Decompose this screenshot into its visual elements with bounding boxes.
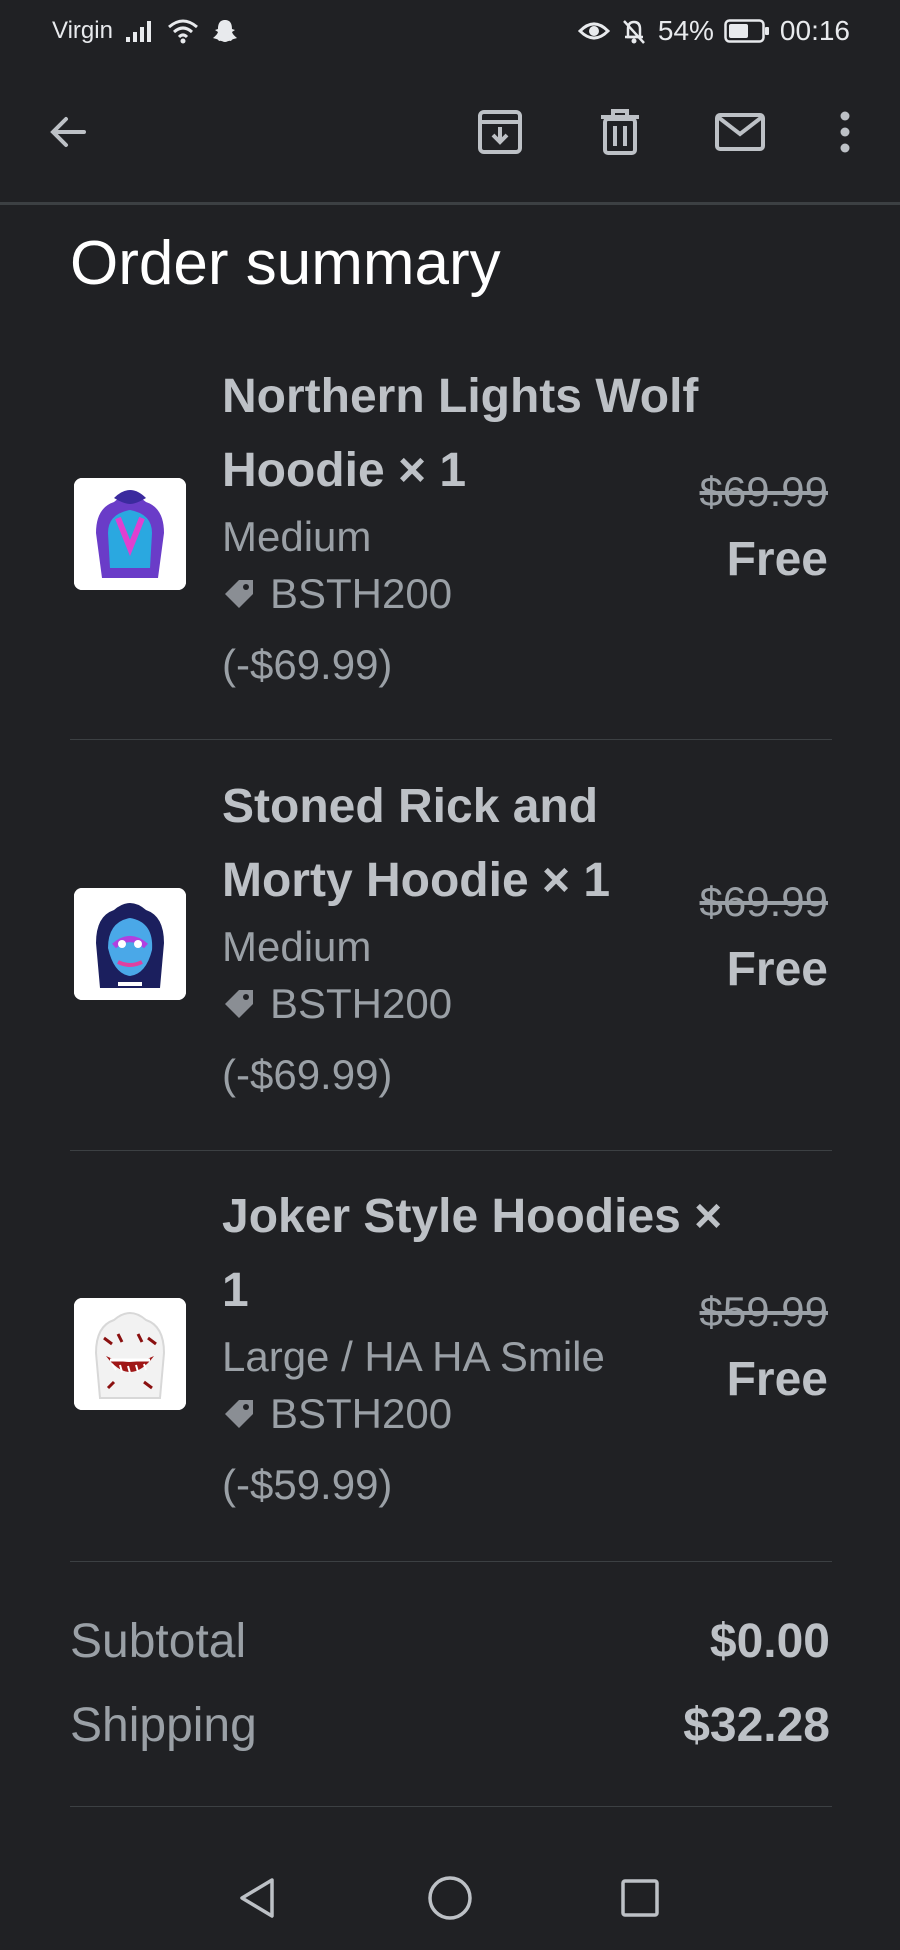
item-divider xyxy=(70,739,832,740)
item-name: Joker Style Hoodies × 1 xyxy=(222,1190,723,1317)
page-title: Order summary xyxy=(70,229,501,298)
original-price: $69.99 xyxy=(699,468,828,515)
discount-amount: (-$69.99) xyxy=(222,1050,393,1098)
discount-amount: (-$59.99) xyxy=(222,1460,393,1508)
totals-divider xyxy=(70,1806,832,1807)
subtotal-row: Subtotal $0.00 xyxy=(70,1614,832,1674)
item-variant: Large / HA HA Smile xyxy=(222,1333,605,1380)
archive-icon xyxy=(476,108,524,161)
item-price: Free xyxy=(726,943,828,996)
discount-amount: (-$69.99) xyxy=(222,640,393,688)
back-arrow-icon xyxy=(46,110,90,159)
discount-code: BSTH200 xyxy=(270,980,453,1027)
tag-icon xyxy=(222,563,256,631)
delete-button[interactable] xyxy=(592,106,648,162)
shipping-row: Shipping $32.28 xyxy=(70,1698,832,1758)
item-name: Northern Lights Wolf Hoodie × 1 xyxy=(222,370,699,497)
item-variant: Medium xyxy=(222,513,372,560)
item-price: Free xyxy=(726,1353,828,1406)
item-divider xyxy=(70,1150,832,1151)
more-options-button[interactable] xyxy=(817,106,873,162)
nav-back-button[interactable] xyxy=(230,1872,286,1928)
mark-unread-button[interactable] xyxy=(712,106,768,162)
toolbar-divider xyxy=(0,202,900,205)
item-price: Free xyxy=(726,533,828,586)
nav-recents-button[interactable] xyxy=(612,1872,668,1928)
nav-back-icon xyxy=(236,1876,280,1925)
item-variant: Medium xyxy=(222,923,372,970)
item-discount: BSTH200 (-$59.99) xyxy=(222,1380,552,1519)
wifi-icon xyxy=(167,18,199,44)
item-divider xyxy=(70,1561,832,1562)
delete-icon xyxy=(598,108,642,161)
signal-icon xyxy=(125,19,155,43)
more-vert-icon xyxy=(837,110,853,159)
discount-code: BSTH200 xyxy=(270,1390,453,1437)
mute-notifications-icon xyxy=(620,17,648,45)
archive-button[interactable] xyxy=(472,106,528,162)
item-discount: BSTH200 (-$69.99) xyxy=(222,560,552,699)
shipping-label: Shipping xyxy=(70,1699,257,1752)
back-button[interactable] xyxy=(40,106,96,162)
discount-code: BSTH200 xyxy=(270,570,453,617)
nav-home-button[interactable] xyxy=(422,1872,478,1928)
mail-icon xyxy=(714,112,766,157)
subtotal-label: Subtotal xyxy=(70,1615,247,1668)
original-price: $69.99 xyxy=(699,878,828,925)
clock: 00:16 xyxy=(779,15,850,46)
snapchat-icon xyxy=(211,17,239,45)
carrier-label: Virgin xyxy=(52,17,113,44)
app-toolbar xyxy=(0,62,900,202)
product-thumbnail xyxy=(74,478,186,590)
tag-icon xyxy=(222,1383,256,1451)
item-discount: BSTH200 (-$69.99) xyxy=(222,970,552,1109)
status-bar: Virgin 54% 00:16 xyxy=(0,0,900,62)
original-price: $59.99 xyxy=(699,1288,828,1335)
order-item: Joker Style Hoodies × 1 Large / HA HA Sm… xyxy=(70,1180,832,1530)
eye-comfort-icon xyxy=(577,19,610,43)
battery-percent: 54% xyxy=(657,15,714,46)
order-item: Stoned Rick and Morty Hoodie × 1 Medium … xyxy=(70,770,832,1120)
order-item: Northern Lights Wolf Hoodie × 1 Medium B… xyxy=(70,360,832,710)
item-name: Stoned Rick and Morty Hoodie × 1 xyxy=(222,780,611,907)
tag-icon xyxy=(222,973,256,1041)
battery-icon xyxy=(724,19,770,43)
product-thumbnail xyxy=(74,888,186,1000)
nav-home-icon xyxy=(427,1875,473,1926)
shipping-value: $32.28 xyxy=(683,1699,830,1752)
system-nav-bar xyxy=(0,1850,900,1950)
nav-recents-icon xyxy=(620,1878,660,1923)
subtotal-value: $0.00 xyxy=(709,1615,830,1668)
product-thumbnail xyxy=(74,1298,186,1410)
